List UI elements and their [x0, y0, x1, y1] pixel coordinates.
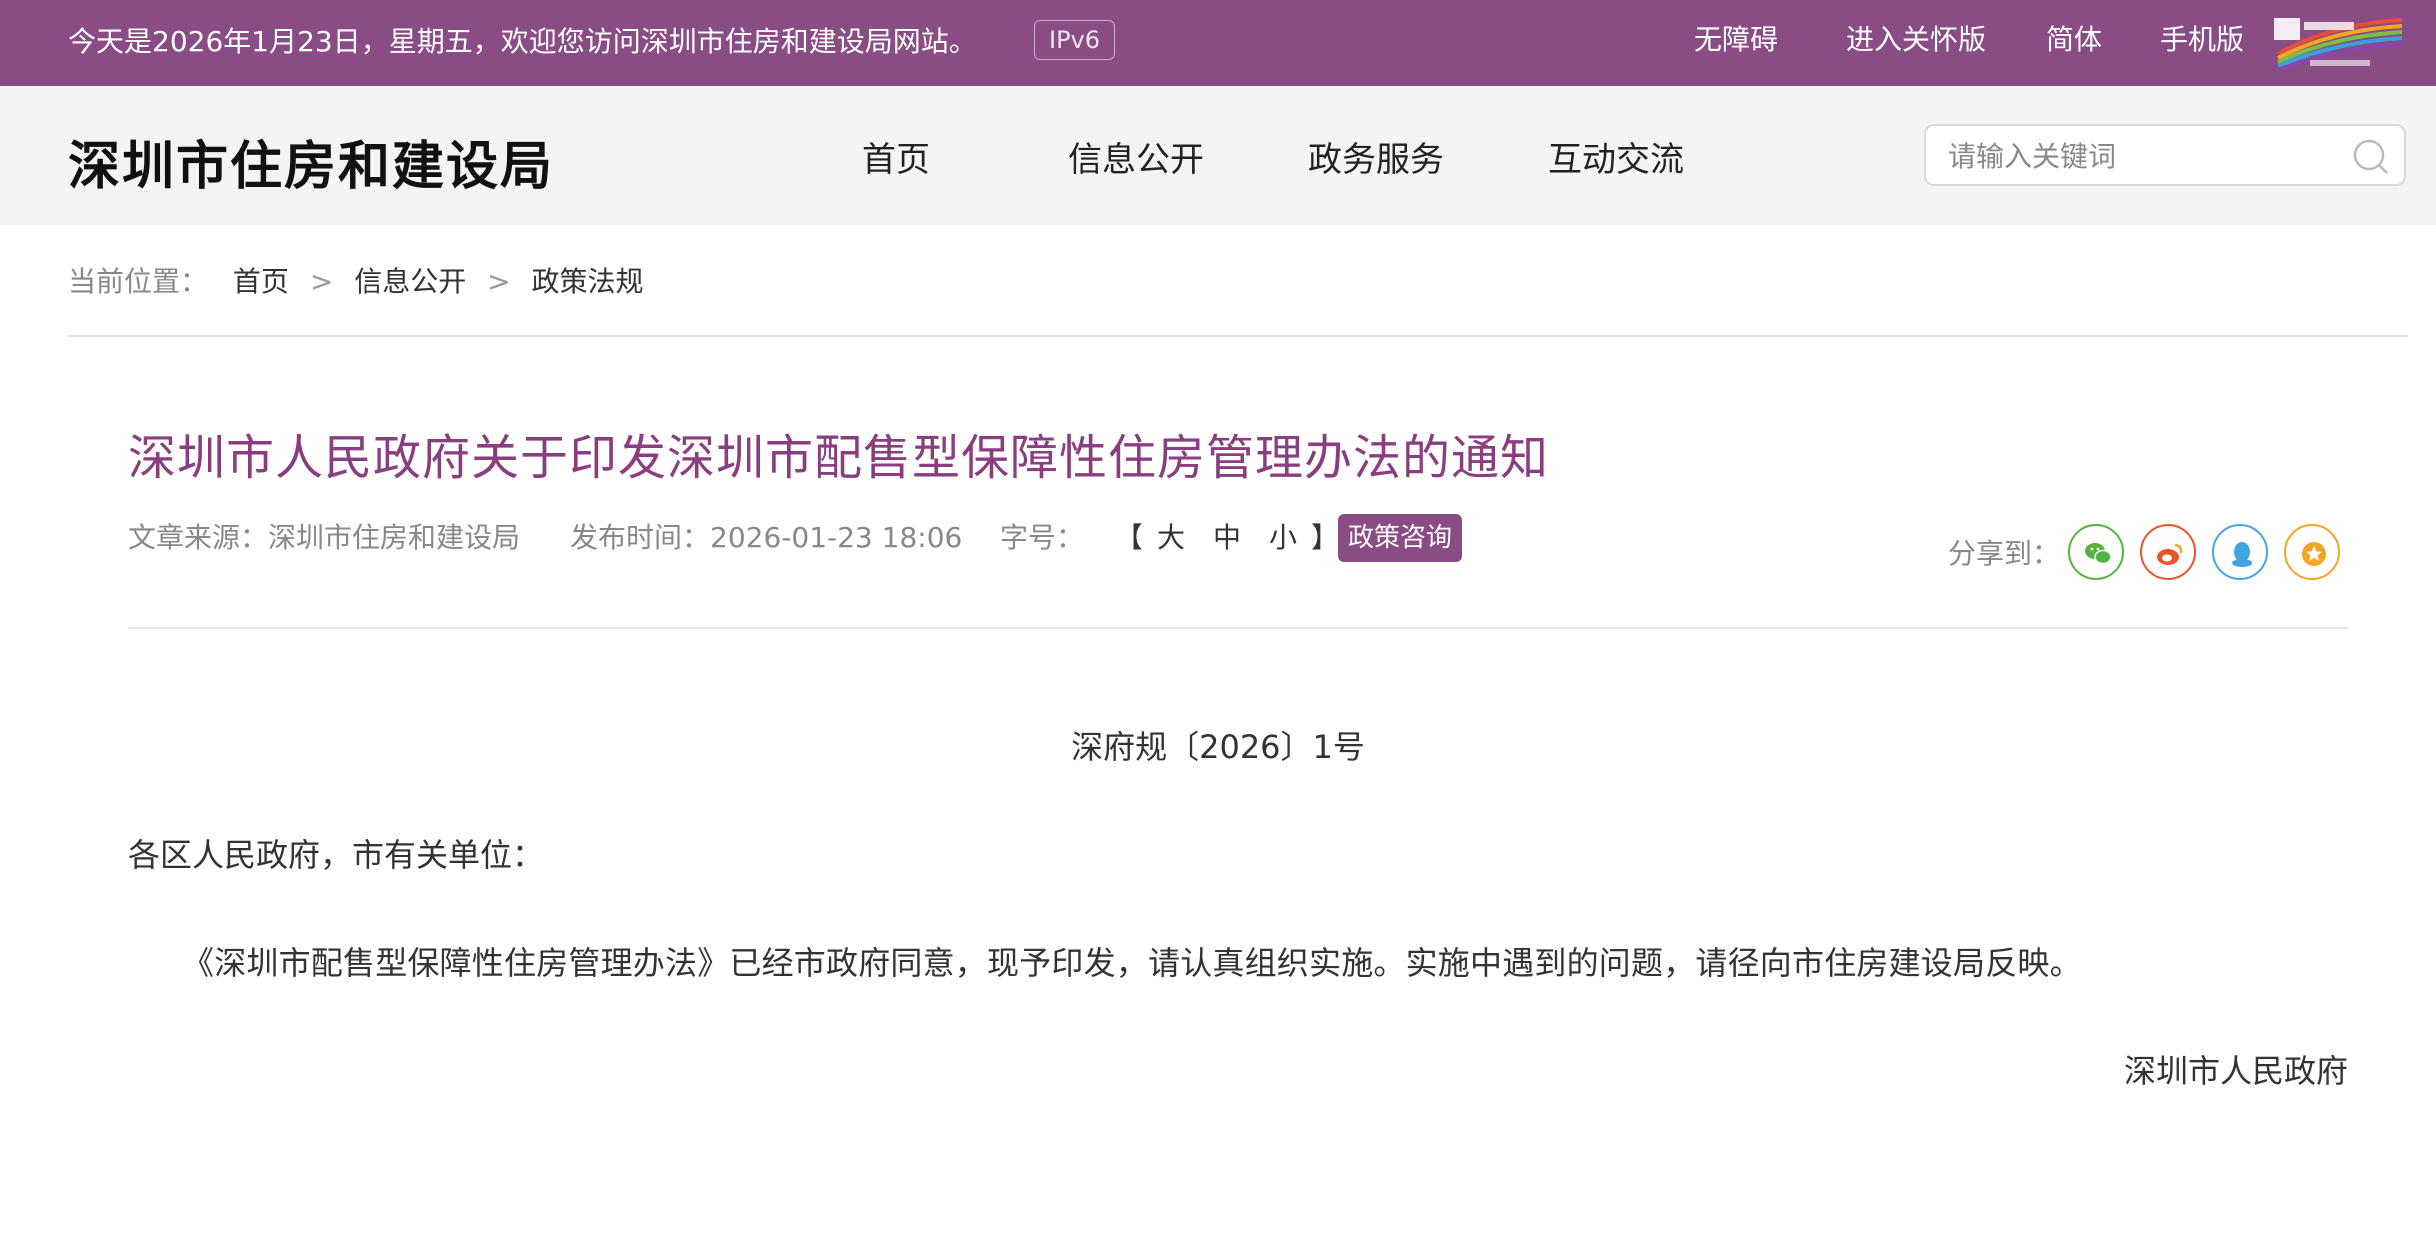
- site-header: 深圳市住房和建设局 首页 信息公开 政务服务 互动交流: [0, 86, 2436, 225]
- article-title: 深圳市人民政府关于印发深圳市配售型保障性住房管理办法的通知: [128, 430, 1550, 486]
- font-size-large[interactable]: 大: [1157, 521, 1185, 554]
- breadcrumb-label: 当前位置：: [68, 265, 209, 298]
- signature: 深圳市人民政府: [2123, 1052, 2348, 1090]
- bracket-close: 】: [1310, 521, 1339, 554]
- font-size-medium[interactable]: 中: [1213, 521, 1241, 554]
- salutation: 各区人民政府，市有关单位：: [128, 836, 545, 874]
- breadcrumb: 当前位置： 首页 > 信息公开 > 政策法规: [68, 262, 644, 302]
- divider: [68, 335, 2408, 337]
- nav-interaction[interactable]: 互动交流: [1548, 132, 1684, 181]
- welcome-text: 今天是2026年1月23日，星期五，欢迎您访问深圳市住房和建设局网站。: [68, 25, 977, 58]
- favorite-icon[interactable]: [2284, 524, 2340, 580]
- document-number-row: 深府规〔2026〕1号: [0, 722, 2436, 768]
- care-mode-link[interactable]: 进入关怀版: [1846, 20, 1986, 60]
- weibo-icon[interactable]: [2140, 524, 2196, 580]
- qq-icon[interactable]: [2212, 524, 2268, 580]
- mobile-version-link[interactable]: 手机版: [2160, 20, 2244, 60]
- breadcrumb-info-disclosure[interactable]: 信息公开: [354, 265, 466, 298]
- nav-home[interactable]: 首页: [862, 132, 930, 181]
- policy-consult-button[interactable]: 政策咨询: [1338, 514, 1463, 562]
- simplified-chinese-link[interactable]: 简体: [2046, 20, 2102, 60]
- body-paragraph: 《深圳市配售型保障性住房管理办法》已经市政府同意，现予印发，请认真组织实施。实施…: [182, 944, 2082, 982]
- ipv6-badge: IPv6: [1034, 20, 1116, 60]
- article-source: 文章来源：深圳市住房和建设局: [128, 518, 520, 558]
- bracket-open: 【: [1114, 521, 1143, 554]
- site-name[interactable]: 深圳市住房和建设局: [68, 124, 554, 199]
- document-number: 深府规〔2026〕1号: [1071, 728, 1365, 766]
- wechat-icon[interactable]: [2068, 524, 2124, 580]
- search-icon[interactable]: [2352, 138, 2390, 176]
- breadcrumb-separator: >: [487, 265, 511, 298]
- divider: [128, 627, 2348, 629]
- share-label: 分享到：: [1948, 537, 2061, 570]
- date-value: 2026-01-23 18:06: [710, 521, 963, 554]
- nav-government-services[interactable]: 政务服务: [1308, 132, 1444, 181]
- date-label: 发布时间：: [570, 521, 711, 554]
- breadcrumb-home[interactable]: 首页: [233, 265, 289, 298]
- accessibility-link[interactable]: 无障碍: [1694, 20, 1778, 60]
- search-input[interactable]: [1946, 134, 2330, 178]
- source-label: 文章来源：: [128, 521, 269, 554]
- font-size-small[interactable]: 小: [1269, 521, 1297, 554]
- article-date: 发布时间：2026-01-23 18:06: [570, 518, 962, 558]
- source-value: 深圳市住房和建设局: [268, 521, 521, 554]
- font-size-control: 字号： 【大中小】: [1000, 518, 1339, 558]
- font-size-label: 字号：: [1000, 521, 1085, 554]
- shenzhen-china-logo-icon[interactable]: [2270, 14, 2406, 74]
- top-bar: 今天是2026年1月23日，星期五，欢迎您访问深圳市住房和建设局网站。 IPv6…: [0, 0, 2436, 86]
- search-box: [1924, 124, 2406, 186]
- breadcrumb-policies[interactable]: 政策法规: [532, 265, 644, 298]
- nav-info-disclosure[interactable]: 信息公开: [1068, 132, 1204, 181]
- breadcrumb-separator: >: [309, 265, 334, 298]
